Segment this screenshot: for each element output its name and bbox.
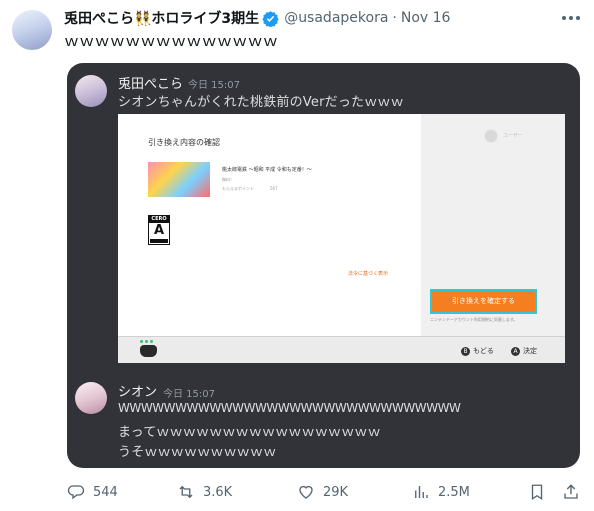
discord-timestamp-1: 今日 15:07 bbox=[188, 80, 240, 91]
discord-avatar-pekora bbox=[75, 75, 107, 107]
tweet-header: 兎田ぺこら👯ホロライブ3期生 @usadapekora · Nov 16 bbox=[64, 8, 450, 28]
reply-button[interactable]: 544 bbox=[67, 480, 118, 504]
separator-dot: · bbox=[392, 10, 397, 26]
switch-side-pane: ユーザー 引き換えを確定する ニンテンドーアカウント利用規約に同意します。 bbox=[421, 114, 565, 336]
discord-message-2-line-3: うそｗｗｗｗｗｗｗｗｗｗ bbox=[118, 445, 277, 460]
switch-footer: B もどる A 決定 bbox=[118, 336, 565, 363]
terms-note: ニンテンドーアカウント利用規約に同意します。 bbox=[430, 317, 518, 322]
price-label: 無料！ bbox=[222, 177, 234, 182]
author-name[interactable]: 兎田ぺこら👯ホロライブ3期生 bbox=[64, 8, 259, 28]
switch-title: 引き換え内容の確認 bbox=[148, 138, 220, 147]
back-hint: B もどる bbox=[461, 346, 494, 356]
tweet-actions: 544 3.6K 29K 2.5M bbox=[67, 480, 580, 504]
discord-message-1: シオンちゃんがくれた桃鉄前のVerだったｗｗｗ bbox=[118, 95, 404, 110]
user-icon bbox=[484, 129, 498, 143]
discord-username-shion: シオン bbox=[118, 385, 158, 400]
discord-message-2-line-2: まってｗｗｗｗｗｗｗｗｗｗｗｗｗｗｗｗｗ bbox=[118, 425, 381, 440]
back-label: もどる bbox=[473, 347, 494, 355]
discord-timestamp-2: 今日 15:07 bbox=[163, 389, 215, 400]
heart-icon bbox=[299, 485, 313, 499]
points-label: もらえるポイント bbox=[222, 186, 254, 191]
like-button[interactable]: 29K bbox=[297, 480, 348, 504]
game-thumbnail bbox=[148, 162, 210, 197]
discord-avatar-shion bbox=[75, 382, 107, 414]
decide-label: 決定 bbox=[523, 347, 537, 355]
tweet-date[interactable]: Nov 16 bbox=[401, 10, 451, 26]
more-icon[interactable] bbox=[558, 8, 584, 28]
confirm-redeem-button: 引き換えを確定する bbox=[430, 289, 537, 314]
legal-notice-link: 法令に基づく表示 bbox=[348, 271, 389, 277]
bookmark-icon[interactable] bbox=[528, 483, 546, 501]
cero-rating-badge: CERO A bbox=[148, 215, 170, 245]
switch-content-pane: 引き換え内容の確認 桃太郎電鉄 〜昭和 平成 令和も定番！〜 無料！ もらえるポ… bbox=[118, 114, 421, 336]
share-icon[interactable] bbox=[562, 483, 580, 501]
user-label: ユーザー bbox=[503, 133, 523, 139]
game-name: 桃太郎電鉄 〜昭和 平成 令和も定番！〜 bbox=[222, 167, 312, 173]
switch-screenshot: 引き換え内容の確認 桃太郎電鉄 〜昭和 平成 令和も定番！〜 無料！ もらえるポ… bbox=[118, 114, 565, 363]
discord-username-pekora: 兎田ぺこら bbox=[118, 77, 184, 92]
views-icon bbox=[415, 486, 428, 498]
decide-hint: A 決定 bbox=[511, 346, 537, 356]
author-handle[interactable]: @usadapekora bbox=[284, 10, 388, 26]
repost-button[interactable]: 3.6K bbox=[177, 480, 232, 504]
player-indicator bbox=[140, 340, 154, 343]
discord-screenshot[interactable]: 兎田ぺこら 今日 15:07 シオンちゃんがくれた桃鉄前のVerだったｗｗｗ 引… bbox=[67, 63, 580, 468]
reply-count: 544 bbox=[93, 484, 118, 500]
cero-rating: A bbox=[153, 223, 165, 238]
repost-count: 3.6K bbox=[203, 484, 233, 500]
discord-message-2-line-1: WWWWWWWWWWWWWWWWWWWWWWWWWWWWWW bbox=[118, 401, 461, 415]
views-count: 2.5M bbox=[438, 484, 470, 500]
points-value: 567 bbox=[270, 186, 278, 191]
tweet-text: ｗｗｗｗｗｗｗｗｗｗｗｗｗｗ bbox=[64, 32, 279, 50]
b-button-icon: B bbox=[461, 346, 470, 356]
author-avatar[interactable] bbox=[12, 10, 52, 50]
verified-badge-icon bbox=[262, 10, 279, 27]
reply-icon bbox=[67, 485, 85, 500]
a-button-icon: A bbox=[511, 346, 520, 356]
repost-icon bbox=[179, 485, 193, 499]
views-button[interactable]: 2.5M bbox=[412, 480, 470, 504]
controller-icon bbox=[140, 345, 157, 357]
cero-label: CERO bbox=[149, 216, 169, 223]
like-count: 29K bbox=[323, 484, 349, 500]
